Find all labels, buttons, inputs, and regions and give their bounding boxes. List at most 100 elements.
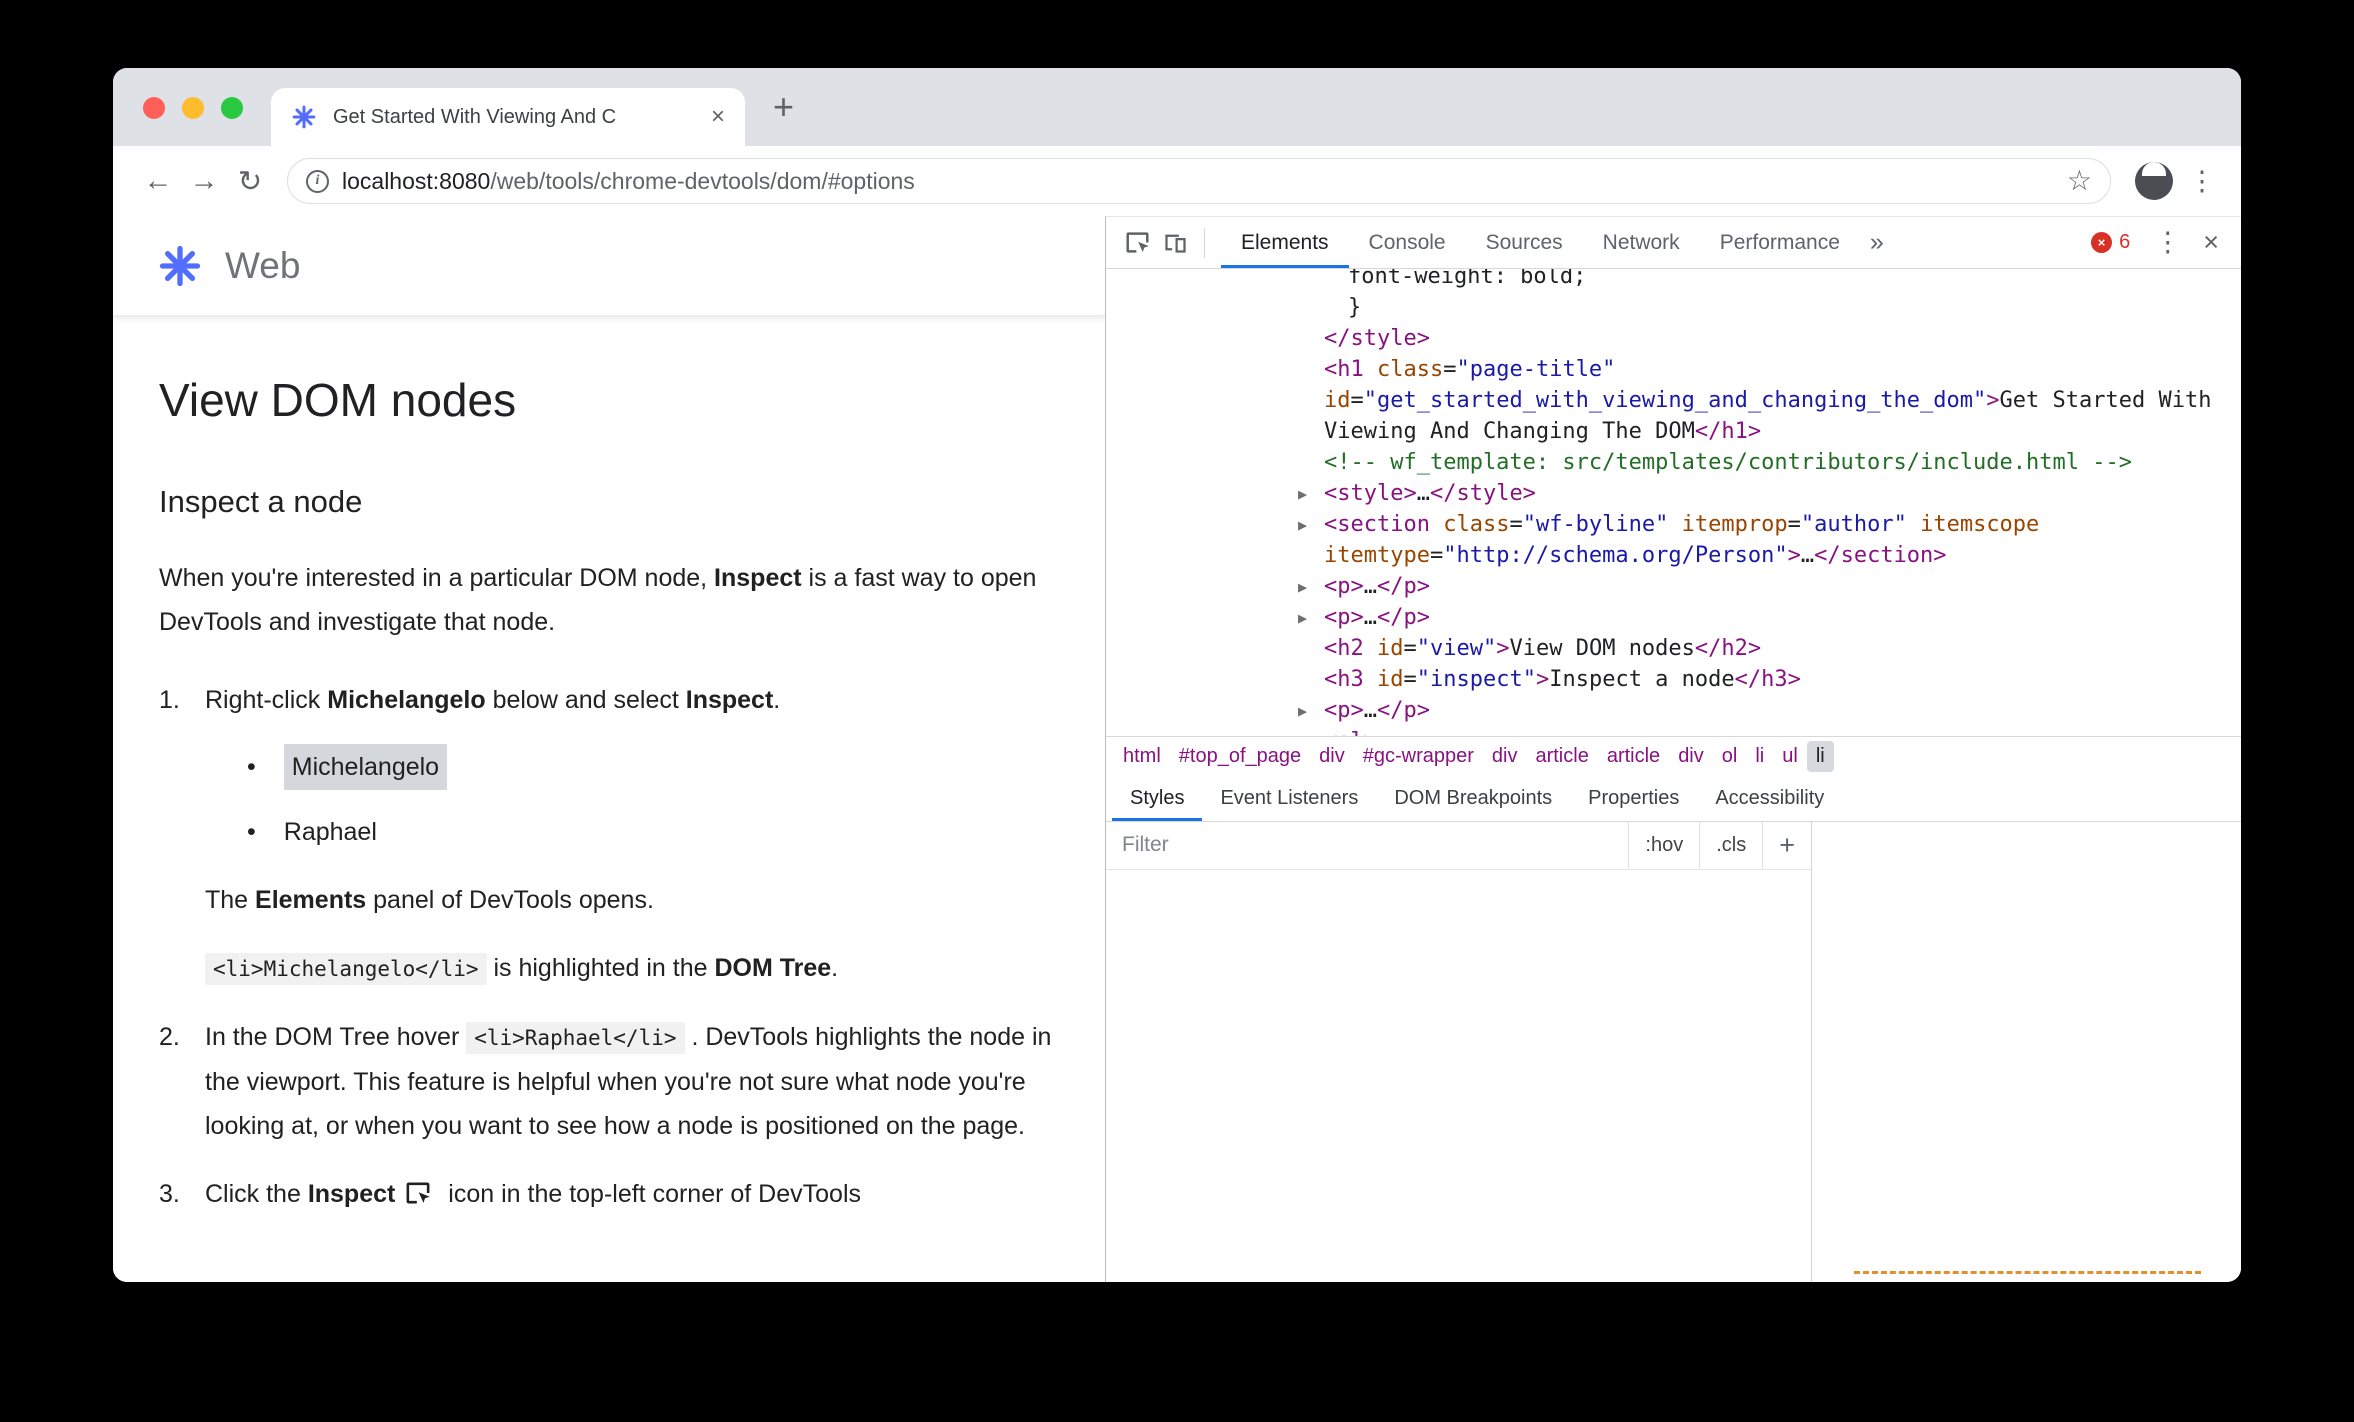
sidebar-tab-properties[interactable]: Properties: [1570, 776, 1697, 821]
step-number: 1.: [159, 685, 180, 714]
dom-tree-node[interactable]: ▼ <ol>: [1106, 726, 2227, 736]
bookmark-star-icon[interactable]: ☆: [2067, 167, 2092, 195]
breadcrumb-item[interactable]: ol: [1713, 741, 1747, 772]
tab-favicon-icon: [291, 104, 317, 130]
dom-tree-node[interactable]: }: [1106, 292, 2227, 323]
syntax-x: }: [1348, 295, 1362, 320]
devtools-menu-button[interactable]: ⋮: [2154, 227, 2181, 258]
dom-tree-node[interactable]: font-weight: bold;: [1106, 269, 2227, 292]
address-bar[interactable]: i localhost:8080/web/tools/chrome-devtoo…: [287, 158, 2111, 204]
syntax-c: <!-- wf_template: src/templates/contribu…: [1324, 450, 2132, 475]
expand-arrow-icon[interactable]: ▶: [1298, 603, 1307, 634]
profile-avatar[interactable]: [2135, 162, 2173, 200]
dom-tree-node[interactable]: <h2 id="view">View DOM nodes</h2>: [1106, 633, 2227, 664]
devtools-tabs: Elements Console Sources Network Performance: [1221, 217, 1860, 268]
dom-tree-node[interactable]: ▶ <p>…</p>: [1106, 571, 2227, 602]
text-run: In the DOM Tree hover: [205, 1022, 467, 1051]
class-toggle[interactable]: .cls: [1699, 821, 1762, 869]
site-brand[interactable]: Web: [225, 245, 300, 287]
syntax-x: …: [1416, 481, 1430, 506]
inspect-element-button[interactable]: [1118, 224, 1156, 262]
dom-tree-node[interactable]: ▶ <p>…</p>: [1106, 695, 2227, 726]
pseudo-class-toggle[interactable]: :hov: [1628, 821, 1699, 869]
dom-tree-node[interactable]: ▶ <style>…</style>: [1106, 478, 2227, 509]
expand-arrow-icon[interactable]: ▶: [1298, 510, 1307, 541]
breadcrumb-item[interactable]: li: [1806, 740, 1834, 772]
step-number: 2.: [159, 1022, 180, 1051]
sidebar-tab-accessibility[interactable]: Accessibility: [1697, 776, 1842, 821]
sidebar-tab-styles[interactable]: Styles: [1112, 776, 1202, 821]
breadcrumb-item[interactable]: div: [1310, 741, 1354, 772]
syntax-v: "inspect": [1416, 667, 1536, 692]
step-paragraph: <li>Michelangelo</li> is highlighted in …: [205, 946, 1065, 991]
breadcrumb-item[interactable]: div: [1483, 741, 1527, 772]
tab-console[interactable]: Console: [1349, 217, 1466, 268]
browser-tab[interactable]: Get Started With Viewing And C ×: [271, 88, 745, 146]
tab-strip: Get Started With Viewing And C × +: [113, 68, 2241, 146]
dom-tree-node[interactable]: <!-- wf_template: src/templates/contribu…: [1106, 447, 2227, 478]
syntax-a: class: [1363, 357, 1444, 382]
breadcrumb-item[interactable]: article: [1598, 741, 1669, 772]
forward-button[interactable]: →: [181, 165, 227, 198]
syntax-g: </p>: [1377, 605, 1430, 630]
back-button[interactable]: ←: [135, 165, 181, 198]
device-toolbar-button[interactable]: [1156, 224, 1194, 262]
syntax-g: <h3: [1324, 667, 1364, 692]
sidebar-tab-dom-breakpoints[interactable]: DOM Breakpoints: [1376, 776, 1570, 821]
sidebar-tab-event-listeners[interactable]: Event Listeners: [1202, 776, 1376, 821]
tab-close-icon[interactable]: ×: [711, 105, 725, 129]
site-logo-icon[interactable]: [157, 243, 203, 289]
tab-sources[interactable]: Sources: [1466, 217, 1583, 268]
tab-performance[interactable]: Performance: [1700, 217, 1860, 268]
styles-filter-input[interactable]: [1106, 821, 1629, 869]
syntax-x: …: [1800, 543, 1815, 568]
breadcrumb-item[interactable]: div: [1669, 741, 1713, 772]
list-item-raphael[interactable]: Raphael: [284, 810, 377, 854]
syntax-g: >: [1787, 543, 1801, 568]
window-controls: [143, 97, 243, 119]
new-style-rule-button[interactable]: +: [1762, 821, 1811, 869]
text-run: Click the: [205, 1179, 308, 1208]
tab-elements[interactable]: Elements: [1221, 217, 1349, 268]
syntax-x: View DOM nodes: [1509, 636, 1695, 661]
text-run: Inspect: [685, 685, 774, 714]
close-window-button[interactable]: [143, 97, 165, 119]
expand-arrow-icon[interactable]: ▶: [1298, 479, 1307, 510]
site-info-icon[interactable]: i: [306, 169, 329, 193]
expand-arrow-icon[interactable]: ▶: [1298, 696, 1307, 727]
syntax-g: </p>: [1377, 698, 1430, 723]
dom-tree-node[interactable]: ▶ <section class="wf-byline" itemprop="au…: [1106, 509, 2227, 571]
tab-network[interactable]: Network: [1583, 217, 1700, 268]
breadcrumb-item[interactable]: #top_of_page: [1170, 741, 1310, 772]
error-badge[interactable]: × 6: [2091, 231, 2130, 254]
browser-menu-button[interactable]: ⋮: [2185, 166, 2219, 197]
inspect-icon: [404, 1177, 432, 1205]
zoom-window-button[interactable]: [221, 97, 243, 119]
intro-paragraph: When you're interested in a particular D…: [159, 556, 1039, 644]
devtools-close-button[interactable]: ×: [2203, 227, 2219, 258]
collapse-arrow-icon[interactable]: ▼: [1298, 727, 1307, 736]
new-tab-button[interactable]: +: [773, 86, 794, 128]
separator: [1204, 227, 1205, 258]
breadcrumb-item[interactable]: ul: [1773, 741, 1807, 772]
syntax-v: "page-title": [1456, 357, 1616, 382]
syntax-g: </style>: [1429, 481, 1536, 506]
dom-tree-node[interactable]: <h1 class="page-title" id="get_started_w…: [1106, 354, 2227, 447]
dom-tree-node[interactable]: </style>: [1106, 323, 2227, 354]
list-item-michelangelo[interactable]: Michelangelo: [283, 743, 448, 790]
text-run: icon in the top-left corner of DevTools: [441, 1179, 861, 1208]
breadcrumb-item[interactable]: html: [1114, 741, 1170, 772]
text-run: DOM Tree: [714, 953, 832, 982]
reload-button[interactable]: ↻: [227, 164, 273, 199]
more-tabs-button[interactable]: »: [1860, 228, 1894, 257]
breadcrumb-item[interactable]: article: [1526, 741, 1597, 772]
error-count: 6: [2119, 231, 2131, 253]
minimize-window-button[interactable]: [182, 97, 204, 119]
expand-arrow-icon[interactable]: ▶: [1298, 572, 1307, 603]
dom-tree-node[interactable]: <h3 id="inspect">Inspect a node</h3>: [1106, 664, 2227, 695]
breadcrumb-item[interactable]: li: [1746, 741, 1773, 772]
dom-tree-node[interactable]: ▶ <p>…</p>: [1106, 602, 2227, 633]
text-run: .: [773, 685, 781, 714]
breadcrumb-item[interactable]: #gc-wrapper: [1354, 741, 1483, 772]
syntax-g: >: [1535, 667, 1550, 692]
